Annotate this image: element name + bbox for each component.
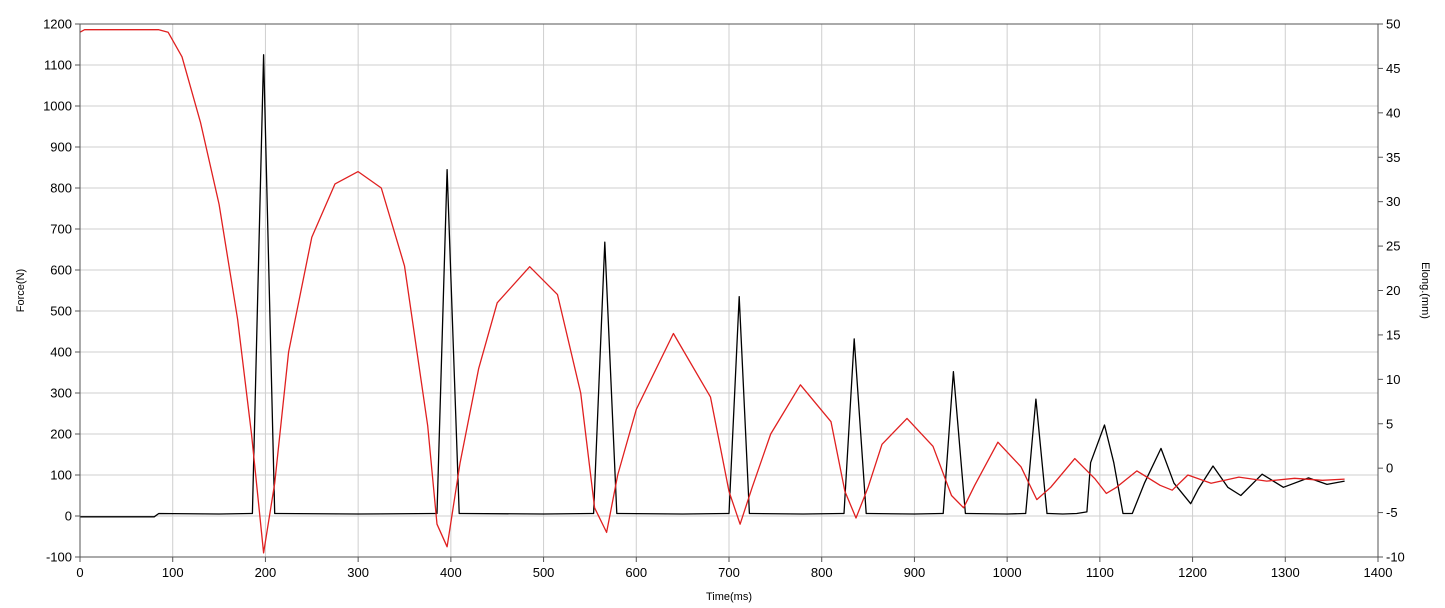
x-tick-label: 0 — [76, 565, 83, 580]
x-tick-label: 1300 — [1271, 565, 1300, 580]
tick-labels: 0 100 200 300 400 500 600 700 800 900 1000 1100 1200… — [43, 17, 1405, 581]
x-tick-label: 700 — [718, 565, 740, 580]
y-right-tick-label: -10 — [1386, 550, 1405, 565]
y-right-tick-label: 5 — [1386, 416, 1393, 431]
y-axis-left-title: Force(N) — [15, 269, 27, 312]
x-tick-label: 600 — [625, 565, 647, 580]
y-left-tick-label: 700 — [50, 222, 72, 237]
x-tick-label: 1200 — [1178, 565, 1207, 580]
y-right-tick-label: 25 — [1386, 239, 1400, 254]
y-left-tick-label: 1200 — [43, 17, 72, 32]
y-left-tick-label: 1000 — [43, 99, 72, 114]
series-layer — [79, 29, 1345, 554]
y-left-tick-label: 1100 — [44, 58, 72, 73]
dual-axis-line-chart: 0 100 200 300 400 500 600 700 800 900 1000 1100 1200… — [15, 17, 1431, 604]
y-right-tick-label: 45 — [1386, 61, 1400, 76]
y-left-tick-label: 300 — [50, 386, 72, 401]
y-right-tick-label: 30 — [1386, 194, 1400, 209]
chart: 0 100 200 300 400 500 600 700 800 900 1000 1100 1200… — [0, 0, 1445, 608]
y-left-tick-label: 100 — [50, 468, 72, 483]
x-tick-label: 1000 — [993, 565, 1022, 580]
y-right-tick-label: 35 — [1386, 150, 1400, 165]
x-tick-label: 100 — [162, 565, 184, 580]
y-left-tick-label: 200 — [50, 427, 72, 442]
x-tick-label: 900 — [904, 565, 926, 580]
y-right-tick-label: 50 — [1386, 17, 1400, 32]
x-tick-label: 1400 — [1364, 565, 1393, 580]
y-left-tick-label: 600 — [50, 263, 72, 278]
y-left-tick-label: 400 — [50, 345, 72, 360]
y-left-tick-label: 900 — [50, 140, 72, 155]
series-line-1 — [80, 54, 1345, 518]
y-right-tick-label: 40 — [1386, 105, 1400, 120]
x-tick-label: 400 — [440, 565, 462, 580]
y-right-tick-label: 20 — [1386, 283, 1400, 298]
y-left-tick-label: 800 — [50, 181, 72, 196]
y-axis-right-title: Elong.(mm) — [1419, 262, 1431, 319]
x-tick-label: 300 — [347, 565, 369, 580]
y-left-tick-label: 0 — [65, 509, 72, 524]
y-right-tick-label: 10 — [1386, 372, 1400, 387]
y-right-tick-label: 0 — [1386, 461, 1393, 476]
x-axis-title: Time(ms) — [706, 591, 752, 603]
y-left-tick-label: 500 — [50, 304, 72, 319]
y-right-tick-label: -5 — [1386, 505, 1398, 520]
x-tick-label: 800 — [811, 565, 833, 580]
y-right-tick-label: 15 — [1386, 327, 1400, 342]
y-left-tick-label: -100 — [46, 550, 72, 565]
x-tick-label: 1100 — [1086, 565, 1114, 580]
x-tick-label: 200 — [255, 565, 277, 580]
x-tick-label: 500 — [533, 565, 555, 580]
